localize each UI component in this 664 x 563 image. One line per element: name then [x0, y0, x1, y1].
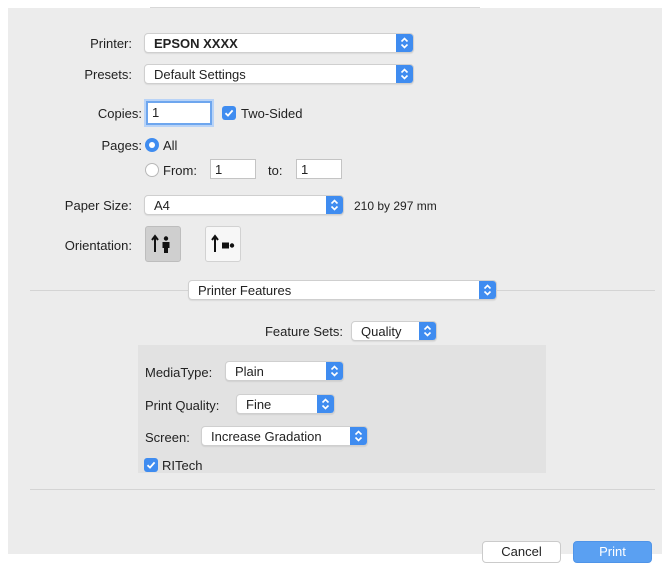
print-quality-value: Fine: [246, 397, 272, 412]
portrait-orientation-icon: [151, 234, 170, 253]
screen-popup[interactable]: Increase Gradation: [201, 426, 368, 446]
printer-value: EPSON XXXX: [154, 36, 238, 51]
pages-all-label: All: [163, 138, 178, 153]
top-divider: [150, 7, 480, 8]
presets-value: Default Settings: [154, 67, 246, 82]
feature-sets-label: Feature Sets:: [264, 324, 343, 339]
print-button[interactable]: Print: [573, 541, 652, 563]
media-type-label: MediaType:: [145, 365, 213, 380]
screen-value: Increase Gradation: [211, 429, 322, 444]
cancel-button[interactable]: Cancel: [482, 541, 561, 563]
orientation-portrait-button[interactable]: [145, 226, 181, 262]
two-sided-checkbox[interactable]: [222, 106, 236, 120]
feature-sets-value: Quality: [361, 324, 402, 339]
feature-sets-popup[interactable]: Quality: [351, 321, 437, 341]
section-value: Printer Features: [198, 283, 292, 298]
chevron-updown-icon: [317, 395, 334, 413]
ritech-label: RITech: [162, 458, 203, 473]
chevron-updown-icon: [326, 196, 343, 214]
printer-popup[interactable]: EPSON XXXX: [144, 33, 414, 53]
paper-size-popup[interactable]: A4: [144, 195, 344, 215]
presets-popup[interactable]: Default Settings: [144, 64, 414, 84]
chevron-updown-icon: [396, 34, 413, 52]
pages-label: Pages:: [101, 138, 142, 153]
printer-label: Printer:: [90, 36, 132, 51]
checkmark-icon: [224, 109, 234, 117]
pages-from-field[interactable]: 1: [210, 159, 256, 179]
orientation-landscape-button[interactable]: [205, 226, 241, 262]
copies-label: Copies:: [97, 106, 142, 121]
pages-to-field[interactable]: 1: [296, 159, 342, 179]
checkmark-icon: [146, 461, 156, 469]
pages-range-radio[interactable]: [145, 163, 159, 177]
paper-size-value: A4: [154, 198, 170, 213]
two-sided-label: Two-Sided: [241, 106, 303, 121]
pages-from-label: From:: [163, 163, 197, 178]
presets-label: Presets:: [84, 67, 132, 82]
print-quality-label: Print Quality:: [145, 398, 220, 413]
landscape-orientation-icon: [211, 234, 235, 252]
chevron-updown-icon: [479, 281, 496, 299]
chevron-updown-icon: [350, 427, 367, 445]
paper-dimensions: 210 by 297 mm: [354, 199, 437, 213]
print-quality-popup[interactable]: Fine: [236, 394, 335, 414]
media-type-popup[interactable]: Plain: [225, 361, 344, 381]
chevron-updown-icon: [326, 362, 343, 380]
chevron-updown-icon: [396, 65, 413, 83]
pages-all-radio[interactable]: [145, 138, 159, 152]
ritech-checkbox[interactable]: [144, 458, 158, 472]
media-type-value: Plain: [235, 364, 264, 379]
section-popup[interactable]: Printer Features: [188, 280, 497, 300]
copies-field[interactable]: 1: [146, 101, 212, 125]
pages-to-label: to:: [268, 163, 283, 178]
chevron-updown-icon: [419, 322, 436, 340]
paper-size-label: Paper Size:: [64, 198, 132, 213]
orientation-label: Orientation:: [64, 238, 132, 253]
divider: [30, 489, 655, 490]
screen-label: Screen:: [145, 430, 190, 445]
